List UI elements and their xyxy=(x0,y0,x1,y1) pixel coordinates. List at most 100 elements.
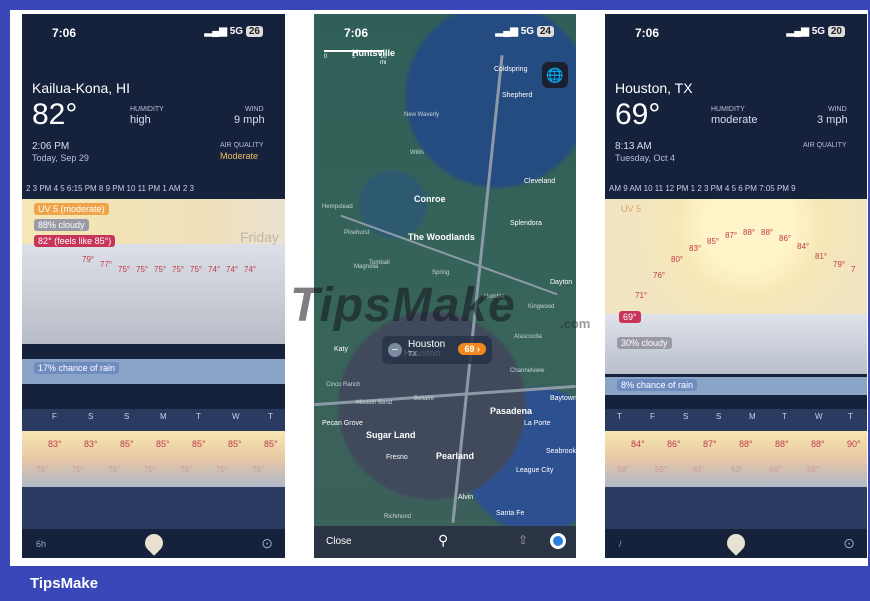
map-place-label[interactable]: Alvin xyxy=(458,494,473,501)
city-name: Kailua-Kona, HI xyxy=(32,80,131,96)
callout-temp-badge[interactable]: 69 › xyxy=(458,343,486,355)
map-place-label[interactable]: Cleveland xyxy=(524,178,555,185)
map-place-label[interactable]: Fresno xyxy=(386,454,408,461)
map-place-label[interactable]: Cinco Ranch xyxy=(326,382,360,388)
search-icon[interactable]: ⚲ xyxy=(438,532,448,549)
wind-value: 9 mph xyxy=(234,114,265,126)
range-label[interactable]: / xyxy=(619,539,622,549)
brand-name: TipsMake xyxy=(30,575,99,592)
map-place-label[interactable]: Richmond xyxy=(384,514,411,520)
humidity-label: HUMIDITY xyxy=(711,106,745,113)
location-pin-icon[interactable] xyxy=(140,530,167,556)
location-arrow-icon[interactable]: ⇧ xyxy=(518,533,528,547)
hourly-temp: 74° xyxy=(208,265,221,274)
weekly-high: 88° xyxy=(739,439,753,449)
close-button[interactable]: Close xyxy=(326,536,352,547)
footer-bar: TipsMake xyxy=(0,566,870,601)
battery-icon: 26 xyxy=(245,26,263,37)
hourly-temp: 74° xyxy=(226,265,239,274)
location-pin-icon[interactable] xyxy=(723,530,749,556)
map-place-label[interactable]: League City xyxy=(516,467,553,474)
weekly-high: 84° xyxy=(631,439,645,449)
weekly-low: 76° xyxy=(36,465,49,474)
updated-time: 2:06 PM xyxy=(32,141,70,152)
weekday: T xyxy=(848,412,853,421)
status-network: ▂▄▆ 5G 24 xyxy=(496,26,554,37)
map-place-label[interactable]: Shepherd xyxy=(502,92,532,99)
map-place-label[interactable]: Santa Fe xyxy=(496,510,524,517)
map-place-label[interactable]: Huntsville xyxy=(352,48,395,58)
hourly-temp: 86° xyxy=(779,234,792,243)
map-place-label[interactable]: Mission Bend xyxy=(356,400,392,406)
map-place-label[interactable]: New Waverly xyxy=(404,112,439,118)
current-temp: 69° xyxy=(615,98,661,131)
weekly-forecast[interactable]: F S S M T W T 83° 83° 85° 85° 85° 85° 85° 76° 75° 75° 7… xyxy=(22,409,285,529)
weekly-low: 75° xyxy=(180,465,193,474)
city-callout[interactable]: − Houston TX 69 › xyxy=(382,336,492,364)
map-place-label[interactable]: Atascocita xyxy=(514,334,542,340)
hourly-temp: 88° xyxy=(743,228,756,237)
weekly-low: 75° xyxy=(108,465,121,474)
range-label[interactable]: 6h xyxy=(36,539,46,549)
map-place-label[interactable]: Pearland xyxy=(436,451,474,461)
hourly-temp: 79° xyxy=(833,260,846,269)
map-place-label[interactable]: Katy xyxy=(334,346,348,353)
hourly-chart[interactable]: Friday UV 5 (moderate) 88% cloudy 82° (f… xyxy=(22,199,285,399)
weekday: S xyxy=(683,412,689,421)
map-place-label[interactable]: Seabrook xyxy=(546,448,576,455)
hourly-chart[interactable]: UV 5 69° 71° 76° 80° 83° 85° 87° 88° 88° 86° 84° 8… xyxy=(605,199,867,399)
map-place-label[interactable]: Pecan Grove xyxy=(322,420,363,427)
map-place-label[interactable]: Baytown xyxy=(550,395,576,402)
remove-icon[interactable]: − xyxy=(388,343,402,357)
map-place-label[interactable]: Pasadena xyxy=(490,406,532,416)
current-location-icon[interactable] xyxy=(550,533,566,549)
map-place-label[interactable]: Channelview xyxy=(510,368,544,374)
map-place-label[interactable]: Bellaire xyxy=(414,396,434,402)
map-place-label[interactable]: Conroe xyxy=(414,194,446,204)
map-place-label[interactable]: Kingwood xyxy=(528,304,554,310)
weekly-low: 59° xyxy=(655,465,668,474)
compass-icon[interactable]: ⊙ xyxy=(261,535,273,552)
weekly-high: 90° xyxy=(847,439,861,449)
hourly-temp: 76° xyxy=(653,271,666,280)
map-place-label[interactable]: Spring xyxy=(432,270,449,276)
weekday: F xyxy=(650,412,655,421)
weekly-high: 83° xyxy=(48,439,62,449)
weekly-low: 75° xyxy=(144,465,157,474)
cloudy-label: 30% cloudy xyxy=(617,337,672,349)
map-place-label[interactable]: Coldspring xyxy=(494,66,527,73)
map-place-label[interactable]: Sugar Land xyxy=(366,430,416,440)
map-place-label[interactable]: Hempstead xyxy=(322,204,353,210)
map-place-label[interactable]: Dayton xyxy=(550,279,572,286)
rain-chance-label: 8% chance of rain xyxy=(617,379,698,391)
weekly-forecast[interactable]: T F S S M T W T 84° 86° 87° 88° 88° 88° 90° 58° 59° 61°… xyxy=(605,409,867,529)
hourly-temp: 85° xyxy=(707,237,720,246)
weekly-high: 85° xyxy=(120,439,134,449)
weather-phone-houston: 7:06 ▂▄▆ 5G 20 Houston, TX 69° HUMIDITY … xyxy=(605,14,867,558)
weekly-low: 66° xyxy=(807,465,820,474)
weekday: T xyxy=(617,412,622,421)
date-label: Tuesday, Oct 4 xyxy=(615,153,676,163)
weekday: M xyxy=(160,412,167,421)
map-place-label[interactable]: La Porte xyxy=(524,420,550,427)
weekday: S xyxy=(716,412,722,421)
uv-label: UV 5 (moderate) xyxy=(34,203,109,215)
compass-icon[interactable]: ⊙ xyxy=(843,535,855,552)
weekday: W xyxy=(232,412,240,421)
weekly-low: 66° xyxy=(769,465,782,474)
weekly-low: 61° xyxy=(693,465,706,474)
hourly-temp: 81° xyxy=(815,252,828,261)
hourly-temp: 75° xyxy=(172,265,185,274)
map-place-label[interactable]: Splendora xyxy=(510,220,542,227)
globe-icon[interactable]: 🌐 xyxy=(542,62,568,88)
map-place-label[interactable]: Willis xyxy=(410,150,424,156)
hour-axis: AM 9 AM 10 11 12 PM 1 2 3 PM 4 5 6 PM 7:… xyxy=(609,184,796,193)
map-place-label[interactable]: Pinehurst xyxy=(344,230,369,236)
weekday: W xyxy=(815,412,823,421)
map-place-label[interactable]: The Woodlands xyxy=(408,232,475,242)
status-bar: 7:06 ▂▄▆ 5G 26 xyxy=(22,24,285,44)
hourly-temp: 87° xyxy=(725,231,738,240)
hourly-temp: 74° xyxy=(244,265,257,274)
map-place-label[interactable]: Tomball xyxy=(369,260,390,266)
battery-icon: 24 xyxy=(536,26,554,37)
